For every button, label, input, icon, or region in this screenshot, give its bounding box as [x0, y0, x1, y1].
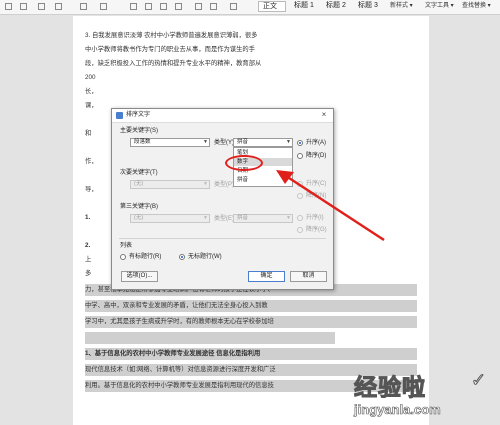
watermark-text: 经验啦 — [354, 374, 426, 401]
check-icon: ✓ — [470, 370, 487, 391]
watermark: 经验啦 ✓ jingyanla.com — [354, 368, 494, 423]
arrow-icon — [276, 170, 385, 242]
watermark-url: jingyanla.com — [354, 402, 441, 418]
